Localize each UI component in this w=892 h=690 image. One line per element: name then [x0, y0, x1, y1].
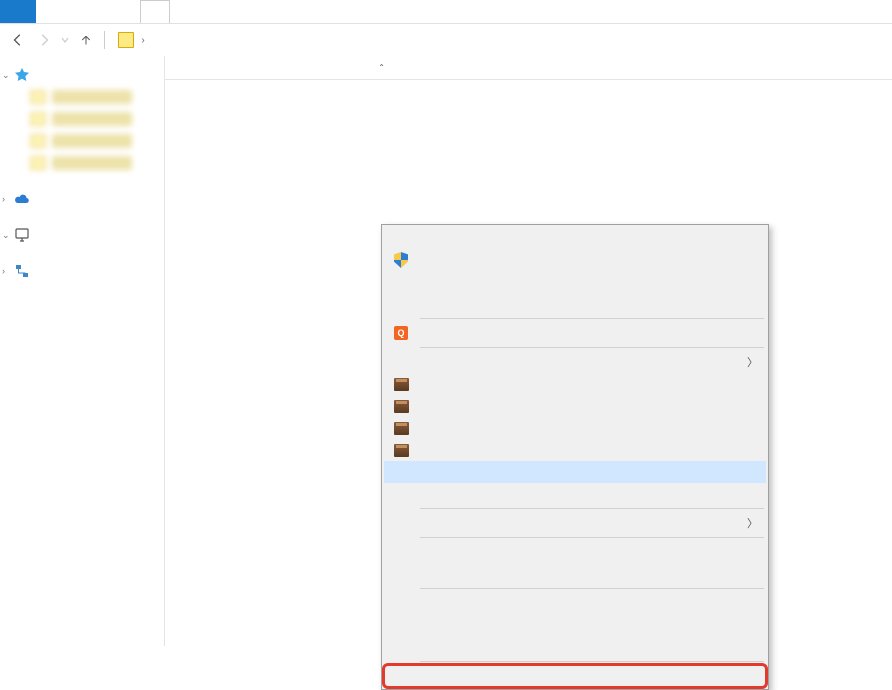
sidebar-item-blurred[interactable] — [0, 130, 164, 152]
chevron-down-icon[interactable]: ⌄ — [2, 70, 10, 81]
separator — [104, 31, 105, 49]
up-button[interactable] — [76, 30, 96, 50]
menu-delete[interactable] — [384, 614, 766, 636]
content-area: ⌃ Q 〉 〉 — [165, 56, 892, 646]
menu-properties[interactable] — [384, 665, 766, 687]
sort-indicator-icon: ⌃ — [378, 63, 385, 72]
sidebar-network[interactable]: › — [0, 260, 164, 282]
menu-compress-to-email[interactable] — [384, 439, 766, 461]
context-menu: Q 〉 〉 — [381, 224, 769, 690]
archive-icon — [392, 375, 410, 393]
ribbon-tab-manage[interactable] — [140, 0, 170, 23]
menu-separator — [420, 318, 764, 319]
navbar: › — [0, 24, 892, 56]
menu-pin-start[interactable] — [384, 293, 766, 315]
monitor-icon — [14, 227, 30, 243]
ribbon-tab-view[interactable] — [100, 0, 132, 23]
breadcrumb[interactable]: › — [113, 28, 884, 52]
sidebar: ⌄ › ⌄ › — [0, 56, 165, 646]
menu-cut[interactable] — [384, 541, 766, 563]
menu-separator — [420, 588, 764, 589]
cloud-icon — [14, 191, 30, 207]
archive-icon — [392, 419, 410, 437]
chevron-right-icon: 〉 — [747, 354, 758, 370]
network-icon — [14, 263, 30, 279]
sidebar-onedrive[interactable]: › — [0, 188, 164, 210]
menu-add-rar[interactable] — [384, 395, 766, 417]
sidebar-item-blurred[interactable] — [0, 108, 164, 130]
quickheal-icon: Q — [392, 324, 410, 342]
column-name[interactable]: ⌃ — [173, 63, 431, 72]
sidebar-item-blurred[interactable] — [0, 152, 164, 174]
menu-pin-taskbar[interactable] — [384, 461, 766, 483]
folder-icon — [118, 32, 134, 48]
menu-troubleshoot[interactable] — [384, 271, 766, 293]
sidebar-item-blurred[interactable] — [0, 86, 164, 108]
ribbon-tab-home[interactable] — [36, 0, 68, 23]
menu-quickheal-scan[interactable]: Q — [384, 322, 766, 344]
menu-compress-email[interactable] — [384, 417, 766, 439]
archive-icon — [392, 397, 410, 415]
chevron-right-icon[interactable]: › — [2, 266, 5, 276]
ribbon-tab-share[interactable] — [68, 0, 100, 23]
ribbon-tab-file[interactable] — [0, 0, 36, 23]
chevron-right-icon: 〉 — [747, 515, 758, 531]
menu-run-administrator[interactable] — [384, 249, 766, 271]
column-headers: ⌃ — [165, 56, 892, 80]
sidebar-this-pc[interactable]: ⌄ — [0, 224, 164, 246]
ribbon — [0, 0, 892, 24]
menu-separator — [420, 508, 764, 509]
chevron-right-icon[interactable]: › — [2, 194, 5, 204]
menu-copy[interactable] — [384, 563, 766, 585]
shield-icon — [392, 251, 410, 269]
sidebar-quick-access[interactable]: ⌄ — [0, 64, 164, 86]
back-button[interactable] — [8, 30, 28, 50]
menu-add-archive[interactable] — [384, 373, 766, 395]
menu-create-shortcut[interactable] — [384, 592, 766, 614]
menu-separator — [420, 661, 764, 662]
menu-share-with[interactable]: 〉 — [384, 351, 766, 373]
history-dropdown[interactable] — [60, 30, 70, 50]
menu-send-to[interactable]: 〉 — [384, 512, 766, 534]
menu-separator — [420, 537, 764, 538]
star-icon — [14, 67, 30, 83]
menu-restore-versions[interactable] — [384, 483, 766, 505]
forward-button[interactable] — [34, 30, 54, 50]
chevron-right-icon[interactable]: › — [138, 35, 148, 46]
archive-icon — [392, 441, 410, 459]
menu-open[interactable] — [384, 227, 766, 249]
main: ⌄ › ⌄ › — [0, 56, 892, 646]
menu-rename[interactable] — [384, 636, 766, 658]
menu-separator — [420, 347, 764, 348]
chevron-down-icon[interactable]: ⌄ — [2, 230, 10, 241]
